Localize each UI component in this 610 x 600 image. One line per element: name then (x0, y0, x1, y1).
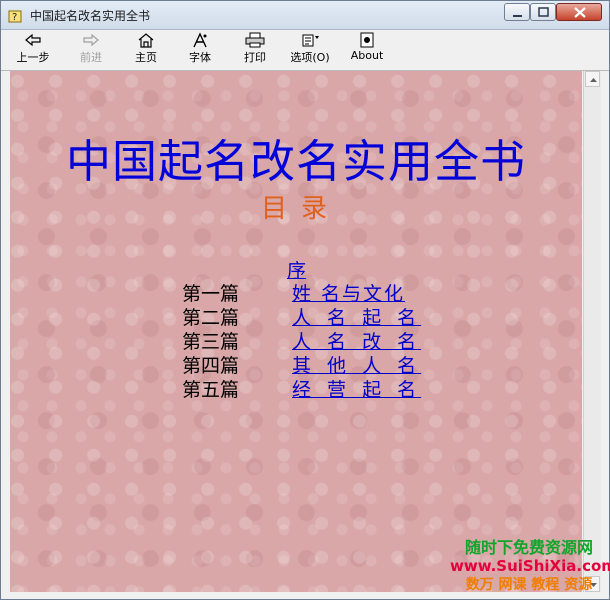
chapter-part-label: 第二篇 (182, 307, 240, 329)
help-app-icon: ? (8, 8, 22, 23)
printer-icon (245, 32, 265, 48)
chapter-part-label: 第五篇 (182, 379, 240, 401)
chapter-link[interactable]: 人 名 改 名 (292, 327, 421, 354)
maximize-button[interactable] (530, 3, 556, 21)
scroll-up-arrow-icon[interactable] (585, 71, 600, 87)
chapter-part-label: 第三篇 (182, 331, 240, 353)
font-button[interactable]: 字体 (183, 32, 217, 68)
chapter-link[interactable]: 人 名 起 名 (292, 303, 421, 330)
content-pane: 中国起名改名实用全书 目录 序 第一篇 姓 名与文化 第二篇 人 名 起 名 第… (10, 71, 582, 592)
back-button[interactable]: 上一步 (13, 32, 53, 68)
site-watermark: 随时下免费资源网 www.SuiShiXia.com 数万 网课 教程 资源 (450, 538, 610, 598)
window-title: 中国起名改名实用全书 (30, 9, 151, 23)
font-icon (193, 32, 207, 48)
print-button[interactable]: 打印 (238, 32, 272, 68)
chapter-part-label: 第四篇 (182, 355, 240, 377)
toc-heading: 目录 (260, 194, 341, 224)
toc-row: 第三篇 人 名 改 名 (182, 327, 442, 354)
about-button[interactable]: About (348, 32, 386, 68)
home-button[interactable]: 主页 (129, 32, 163, 68)
watermark-line-3: 数万 网课 教程 资源 (465, 577, 593, 593)
options-button[interactable]: 选项(O) (287, 32, 333, 68)
home-icon (138, 33, 154, 48)
toc-row: 第二篇 人 名 起 名 (182, 303, 442, 330)
toc-row: 第一篇 姓 名与文化 (182, 279, 442, 306)
chapter-link[interactable]: 经 营 起 名 (292, 375, 421, 402)
title-bar[interactable]: ? 中国起名改名实用全书 (1, 1, 609, 30)
svg-text:?: ? (12, 12, 17, 23)
back-arrow-icon (25, 33, 41, 47)
watermark-line-1: 随时下免费资源网 (464, 538, 593, 557)
help-window: ? 中国起名改名实用全书 上一步 前进 主页 字体 打印 选项(O) About… (0, 0, 610, 600)
watermark-line-2: www.SuiShiXia.com (450, 557, 610, 575)
close-button[interactable] (556, 3, 602, 21)
chapter-part-label: 第一篇 (182, 283, 240, 305)
book-title: 中国起名改名实用全书 (65, 135, 526, 188)
vertical-scrollbar[interactable] (583, 71, 601, 592)
chapter-link[interactable]: 姓 名与文化 (292, 279, 405, 306)
toolbar: 上一步 前进 主页 字体 打印 选项(O) About (1, 30, 609, 71)
forward-button[interactable]: 前进 (73, 32, 109, 68)
about-icon (360, 32, 374, 48)
toc-row: 第五篇 经 营 起 名 (182, 375, 442, 402)
forward-arrow-icon (83, 33, 99, 47)
options-icon (302, 34, 319, 47)
minimize-button[interactable] (504, 3, 530, 21)
chapter-link[interactable]: 其 他 人 名 (292, 351, 421, 378)
toc-row: 第四篇 其 他 人 名 (182, 351, 442, 378)
